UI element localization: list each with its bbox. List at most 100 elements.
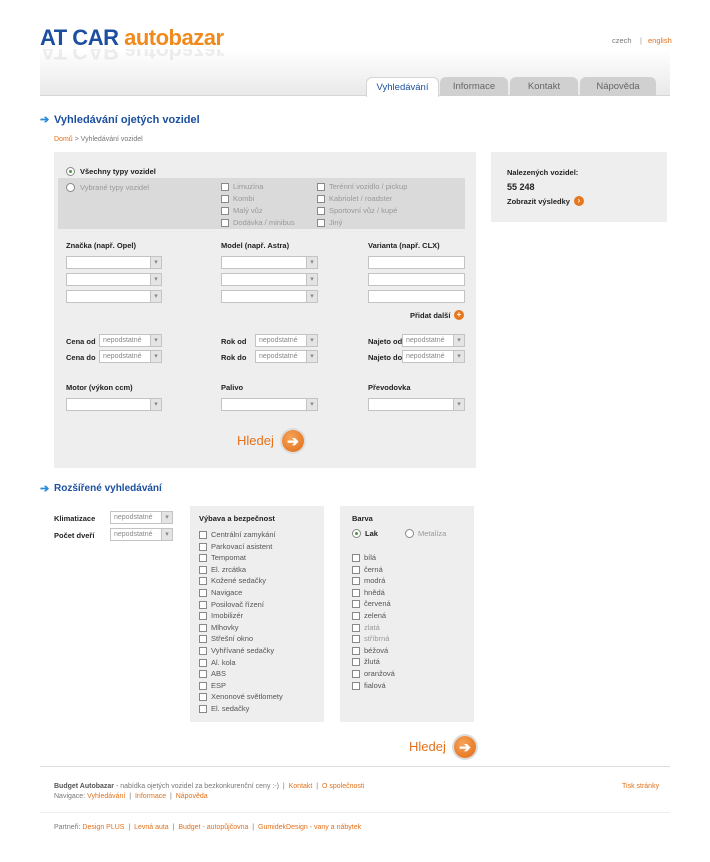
color-checkbox[interactable] <box>352 670 360 678</box>
fuel-select[interactable]: ▾ <box>221 398 318 411</box>
checkbox-type-terenni[interactable] <box>317 183 325 191</box>
color-checkbox[interactable] <box>352 554 360 562</box>
equipment-checkbox[interactable] <box>199 577 207 586</box>
breadcrumb-home[interactable]: Domů <box>54 136 73 143</box>
equipment-checkbox[interactable] <box>199 600 207 609</box>
selected-types-label: Vybrané typy vozidel <box>80 183 149 192</box>
equipment-label: ESP <box>211 680 227 690</box>
equipment-checkbox[interactable] <box>199 542 207 551</box>
search-button-label[interactable]: Hledej <box>237 433 274 448</box>
color-checkbox[interactable] <box>352 623 360 632</box>
radio-paint[interactable] <box>352 529 361 538</box>
partner-link[interactable]: Budget - autopůjčovna <box>178 824 248 831</box>
color-checkbox[interactable] <box>352 588 360 597</box>
checkbox-type-kombi[interactable] <box>221 195 229 203</box>
lang-english[interactable]: english <box>648 36 672 45</box>
color-checkbox[interactable] <box>352 681 360 690</box>
gearbox-select[interactable]: ▾ <box>368 398 465 411</box>
advanced-search-button[interactable]: ➔ <box>454 736 476 758</box>
engine-select[interactable]: ▾ <box>66 398 162 411</box>
price-to-select[interactable]: nepodstatné ▾ <box>99 350 162 363</box>
footer-nav-napoveda[interactable]: Nápověda <box>176 793 208 800</box>
tab-vyhledavani[interactable]: Vyhledávání <box>366 77 439 97</box>
equipment-checkbox[interactable] <box>199 658 207 667</box>
equipment-checkbox[interactable] <box>199 623 207 632</box>
equipment-checkbox[interactable] <box>199 681 207 690</box>
color-checkbox[interactable] <box>352 646 360 655</box>
model-select-1[interactable]: ▾ <box>221 256 318 269</box>
footer-about-link[interactable]: O společnosti <box>322 783 364 790</box>
results-label: Nalezených vozidel: <box>507 168 579 177</box>
tab-napoveda[interactable]: Nápověda <box>580 77 656 96</box>
brand-select-1[interactable]: ▾ <box>66 256 162 269</box>
equipment-label: El. sedačky <box>211 704 250 713</box>
equipment-title: Výbava a bezpečnost <box>199 514 275 523</box>
checkbox-type-sportovni[interactable] <box>317 207 325 215</box>
checkbox-type-jiny[interactable] <box>317 219 325 227</box>
color-checkbox[interactable] <box>352 565 360 574</box>
equipment-checkbox[interactable] <box>199 670 207 679</box>
chevron-down-icon: ▾ <box>150 291 161 302</box>
equipment-checkbox[interactable] <box>199 589 207 597</box>
equipment-checkbox[interactable] <box>199 647 207 655</box>
arrow-right-icon[interactable]: › <box>574 196 584 206</box>
km-to-select[interactable]: nepodstatné ▾ <box>402 350 465 363</box>
radio-metallic[interactable] <box>405 529 414 538</box>
equipment-checkbox[interactable] <box>199 612 207 621</box>
equipment-checkbox[interactable] <box>199 554 207 563</box>
footer-divider <box>40 766 670 767</box>
checkbox-type-limuzina[interactable] <box>221 183 229 191</box>
partner-link[interactable]: Levná auta <box>134 824 169 831</box>
equipment-checkbox[interactable] <box>199 635 207 644</box>
checkbox-type-kabriolet[interactable] <box>317 195 325 203</box>
print-link[interactable]: Tisk stránky <box>622 783 659 790</box>
model-select-2[interactable]: ▾ <box>221 273 318 286</box>
model-select-3[interactable]: ▾ <box>221 290 318 303</box>
radio-selected-types[interactable] <box>66 183 75 192</box>
aircon-select[interactable]: nepodstatné ▾ <box>110 511 173 524</box>
show-results-link[interactable]: Zobrazit výsledky <box>507 197 570 206</box>
variant-input-2[interactable] <box>368 273 465 286</box>
footer-contact-link[interactable]: Kontakt <box>289 783 313 790</box>
tab-kontakt[interactable]: Kontakt <box>510 77 578 96</box>
partner-link[interactable]: GumidekDesign - vany a nábytek <box>258 824 361 831</box>
year-from-select[interactable]: nepodstatné ▾ <box>255 334 318 347</box>
variant-input-3[interactable] <box>368 290 465 303</box>
equipment-checkbox[interactable] <box>199 693 207 702</box>
breadcrumb: Domů > Vyhledávání vozidel <box>54 136 143 143</box>
km-from-select[interactable]: nepodstatné ▾ <box>402 334 465 347</box>
chevron-down-icon: ▾ <box>150 335 161 346</box>
footer-nav: Navigace: Vyhledávání | Informace | Nápo… <box>54 793 208 800</box>
plus-icon[interactable]: + <box>454 310 464 320</box>
brand-select-3[interactable]: ▾ <box>66 290 162 303</box>
footer-nav-informace[interactable]: Informace <box>135 793 166 800</box>
price-from-select[interactable]: nepodstatné ▾ <box>99 334 162 347</box>
color-checkbox[interactable] <box>352 612 360 620</box>
doors-select[interactable]: nepodstatné ▾ <box>110 528 173 541</box>
arrow-right-icon: ➔ <box>287 433 299 449</box>
logo[interactable]: AT CAR autobazar <box>40 26 224 50</box>
brand-select-2[interactable]: ▾ <box>66 273 162 286</box>
type-label: Kabriolet / roadster <box>329 194 393 203</box>
variant-input-1[interactable] <box>368 256 465 269</box>
equipment-checkbox[interactable] <box>199 531 207 539</box>
color-checkbox[interactable] <box>352 577 360 586</box>
radio-all-types[interactable] <box>66 167 75 176</box>
tab-informace[interactable]: Informace <box>440 77 508 96</box>
search-button[interactable]: ➔ <box>282 430 304 452</box>
add-more-link[interactable]: Přidat další <box>410 311 450 320</box>
lang-czech[interactable]: czech <box>612 36 632 45</box>
checkbox-type-dodavka[interactable] <box>221 219 229 227</box>
color-checkbox[interactable] <box>352 600 360 609</box>
color-checkbox[interactable] <box>352 658 360 667</box>
color-panel <box>340 506 474 722</box>
equipment-checkbox[interactable] <box>199 705 207 713</box>
year-to-select[interactable]: nepodstatné ▾ <box>255 350 318 363</box>
footer-nav-vyhledavani[interactable]: Vyhledávání <box>87 793 125 800</box>
logo-part2: autobazar <box>124 25 224 50</box>
equipment-checkbox[interactable] <box>199 565 207 574</box>
color-checkbox[interactable] <box>352 635 360 644</box>
checkbox-type-maly-vuz[interactable] <box>221 207 229 215</box>
partner-link[interactable]: Design PLUS <box>82 824 124 831</box>
advanced-search-label[interactable]: Hledej <box>409 739 446 754</box>
